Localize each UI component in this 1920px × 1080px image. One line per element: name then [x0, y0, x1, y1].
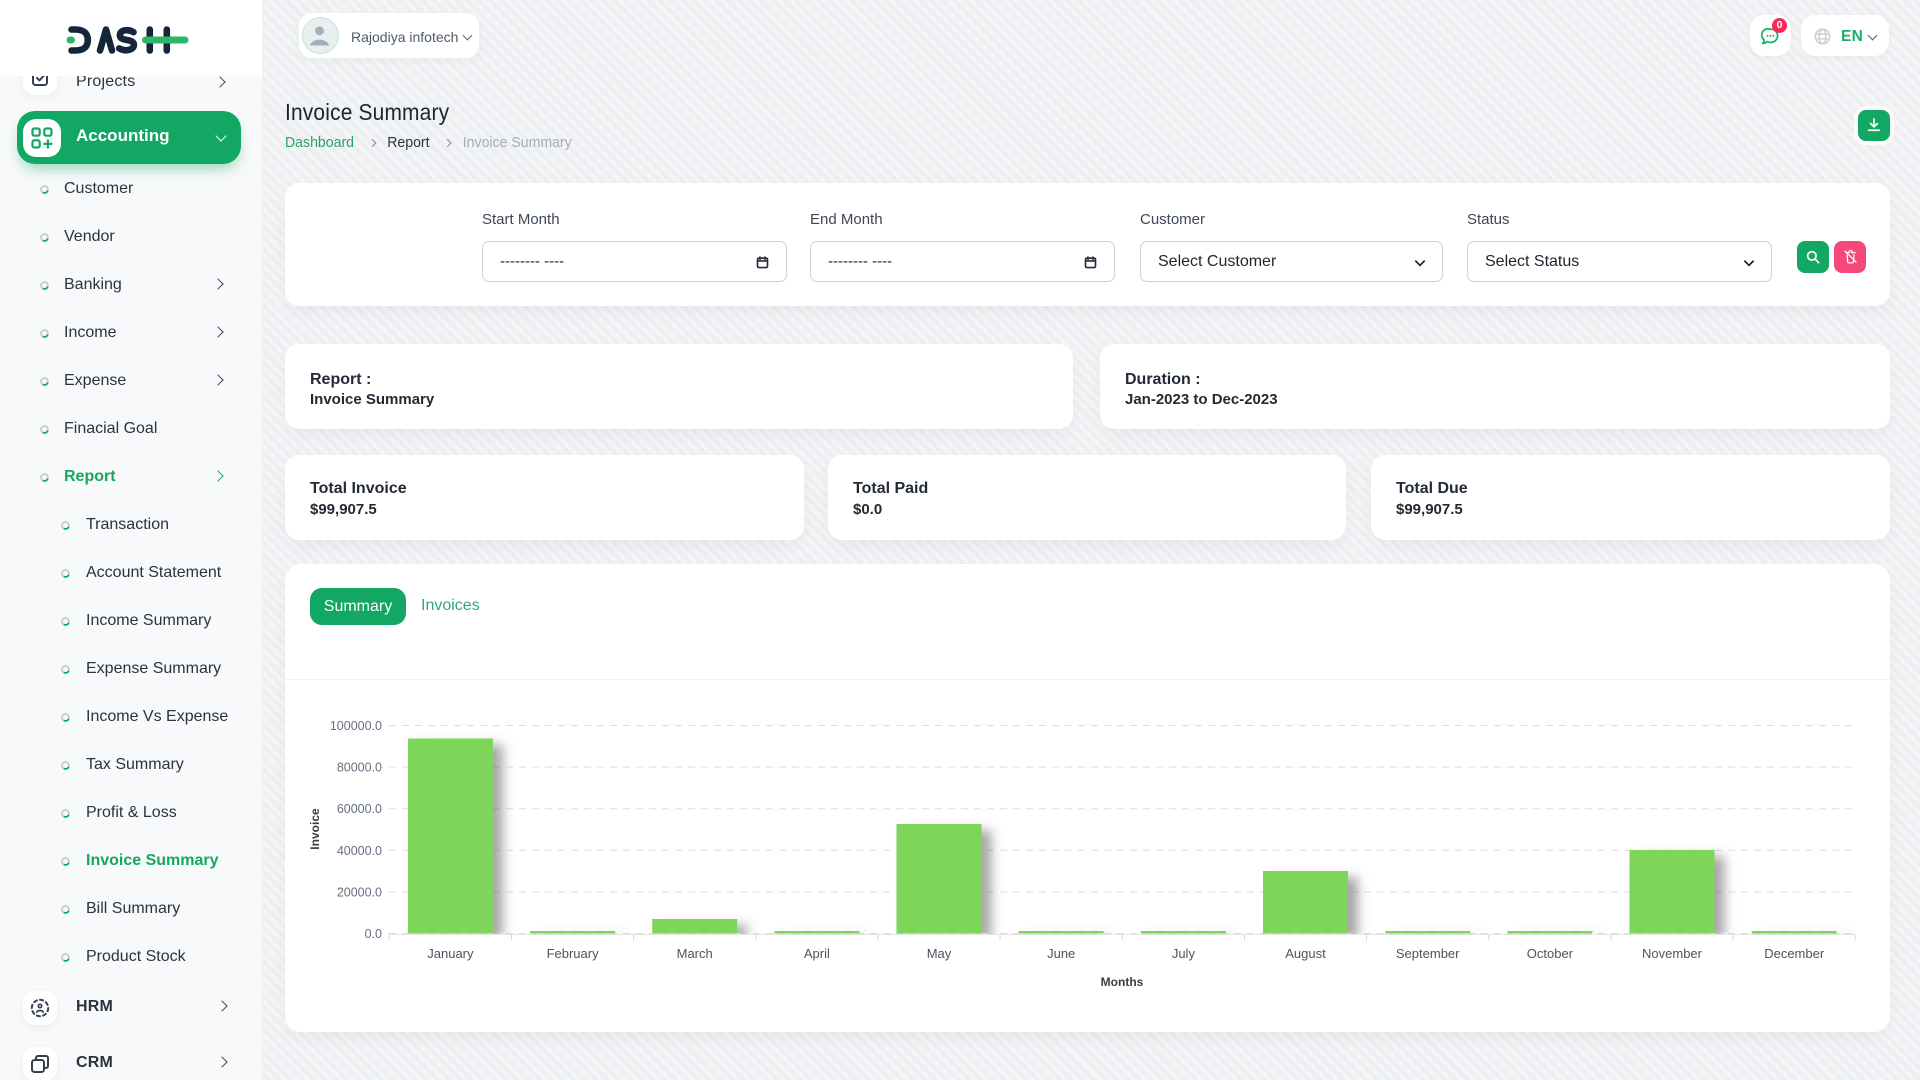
svg-text:60000.0: 60000.0: [337, 802, 382, 816]
svg-text:November: November: [1642, 946, 1703, 961]
svg-text:Months: Months: [1101, 975, 1144, 989]
svg-text:July: July: [1172, 946, 1196, 961]
svg-text:April: April: [804, 946, 830, 961]
svg-text:June: June: [1047, 946, 1075, 961]
svg-text:Invoice: Invoice: [308, 808, 322, 850]
svg-text:October: October: [1527, 946, 1574, 961]
svg-text:20000.0: 20000.0: [337, 885, 382, 899]
svg-text:January: January: [427, 946, 474, 961]
svg-text:May: May: [927, 946, 952, 961]
svg-text:March: March: [677, 946, 713, 961]
svg-text:December: December: [1764, 946, 1825, 961]
svg-text:40000.0: 40000.0: [337, 844, 382, 858]
svg-text:February: February: [547, 946, 600, 961]
svg-text:80000.0: 80000.0: [337, 761, 382, 775]
svg-text:100000.0: 100000.0: [330, 719, 382, 733]
svg-text:0.0: 0.0: [365, 927, 382, 941]
svg-text:August: August: [1285, 946, 1326, 961]
svg-text:September: September: [1396, 946, 1460, 961]
